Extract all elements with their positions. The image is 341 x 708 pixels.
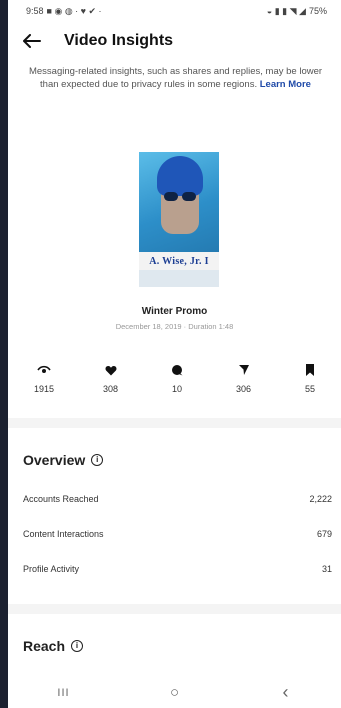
stat-comments: 10 — [155, 362, 199, 394]
thumbnail-footer — [139, 270, 219, 287]
eye-icon — [37, 362, 51, 378]
recents-button[interactable]: III — [44, 687, 84, 699]
row-value: 31 — [321, 564, 332, 574]
learn-more-link[interactable]: Learn More — [260, 79, 311, 90]
share-icon — [238, 362, 250, 378]
goggle-right — [182, 192, 196, 201]
stat-value: 306 — [235, 384, 252, 394]
heart-icon — [105, 362, 117, 378]
signal-icons: ◒ ▮ ▮ ◥ ◢ — [266, 5, 306, 16]
battery-level: 75% — [308, 6, 327, 16]
page-title: Video Insights — [64, 32, 174, 49]
row-label: Profile Activity — [23, 564, 80, 574]
home-button[interactable]: ○ — [155, 684, 195, 701]
status-left: 9:58 ■ ◉ ◍ · ♥ ✔ · — [26, 6, 102, 17]
section-divider — [8, 418, 341, 428]
status-right: ◒ ▮ ▮ ◥ ◢ 75% — [267, 6, 327, 17]
stat-value: 1915 — [33, 384, 55, 394]
phone-screen: 9:58 ■ ◉ ◍ · ♥ ✔ · ◒ ▮ ▮ ◥ ◢ 75% Video I… — [8, 0, 341, 708]
overview-row-content-interactions[interactable]: Content Interactions 679 — [23, 529, 332, 539]
engagement-stats: 1915 308 10 306 55 — [22, 362, 332, 394]
row-value: 679 — [316, 529, 332, 539]
overview-row-profile-activity[interactable]: Profile Activity 31 — [23, 564, 332, 574]
thumbnail-banner: A. Wise, Jr. I — [139, 252, 219, 270]
privacy-notice: Messaging-related insights, such as shar… — [26, 66, 325, 91]
back-arrow-icon[interactable] — [18, 27, 46, 55]
bookmark-icon — [305, 362, 315, 378]
overview-title: Overview — [23, 452, 86, 468]
notification-icons: ■ ◉ ◍ · ♥ ✔ · — [46, 5, 102, 16]
reach-title: Reach — [23, 638, 66, 654]
goggle-left — [164, 192, 178, 201]
row-label: Content Interactions — [23, 529, 104, 539]
stat-value: 55 — [304, 384, 315, 394]
stat-value: 10 — [171, 384, 182, 394]
stat-likes: 308 — [89, 362, 133, 394]
clock: 9:58 — [26, 6, 44, 16]
comment-icon — [171, 362, 183, 378]
video-thumbnail[interactable]: A. Wise, Jr. I — [139, 152, 219, 287]
status-bar: 9:58 ■ ◉ ◍ · ♥ ✔ · ◒ ▮ ▮ ◥ ◢ 75% — [8, 0, 341, 22]
info-icon[interactable]: i — [71, 640, 84, 652]
info-icon[interactable]: i — [91, 454, 104, 466]
swim-cap — [157, 156, 203, 196]
video-meta: December 18, 2019 · Duration 1:48 — [115, 322, 234, 331]
overview-heading: Overview i — [23, 452, 104, 468]
system-nav-bar: III ○ ‹ — [8, 677, 341, 708]
section-divider — [8, 604, 341, 614]
stat-value: 308 — [102, 384, 119, 394]
header: Video Insights — [8, 22, 341, 60]
reach-heading: Reach i — [23, 638, 84, 654]
row-label: Accounts Reached — [23, 494, 99, 504]
stat-shares: 306 — [222, 362, 266, 394]
stat-saves: 55 — [288, 362, 332, 394]
back-button[interactable]: ‹ — [266, 682, 306, 703]
overview-row-accounts-reached[interactable]: Accounts Reached 2,222 — [23, 494, 332, 504]
video-title: Winter Promo — [141, 306, 208, 317]
stat-views: 1915 — [22, 362, 66, 394]
row-value: 2,222 — [309, 494, 332, 504]
